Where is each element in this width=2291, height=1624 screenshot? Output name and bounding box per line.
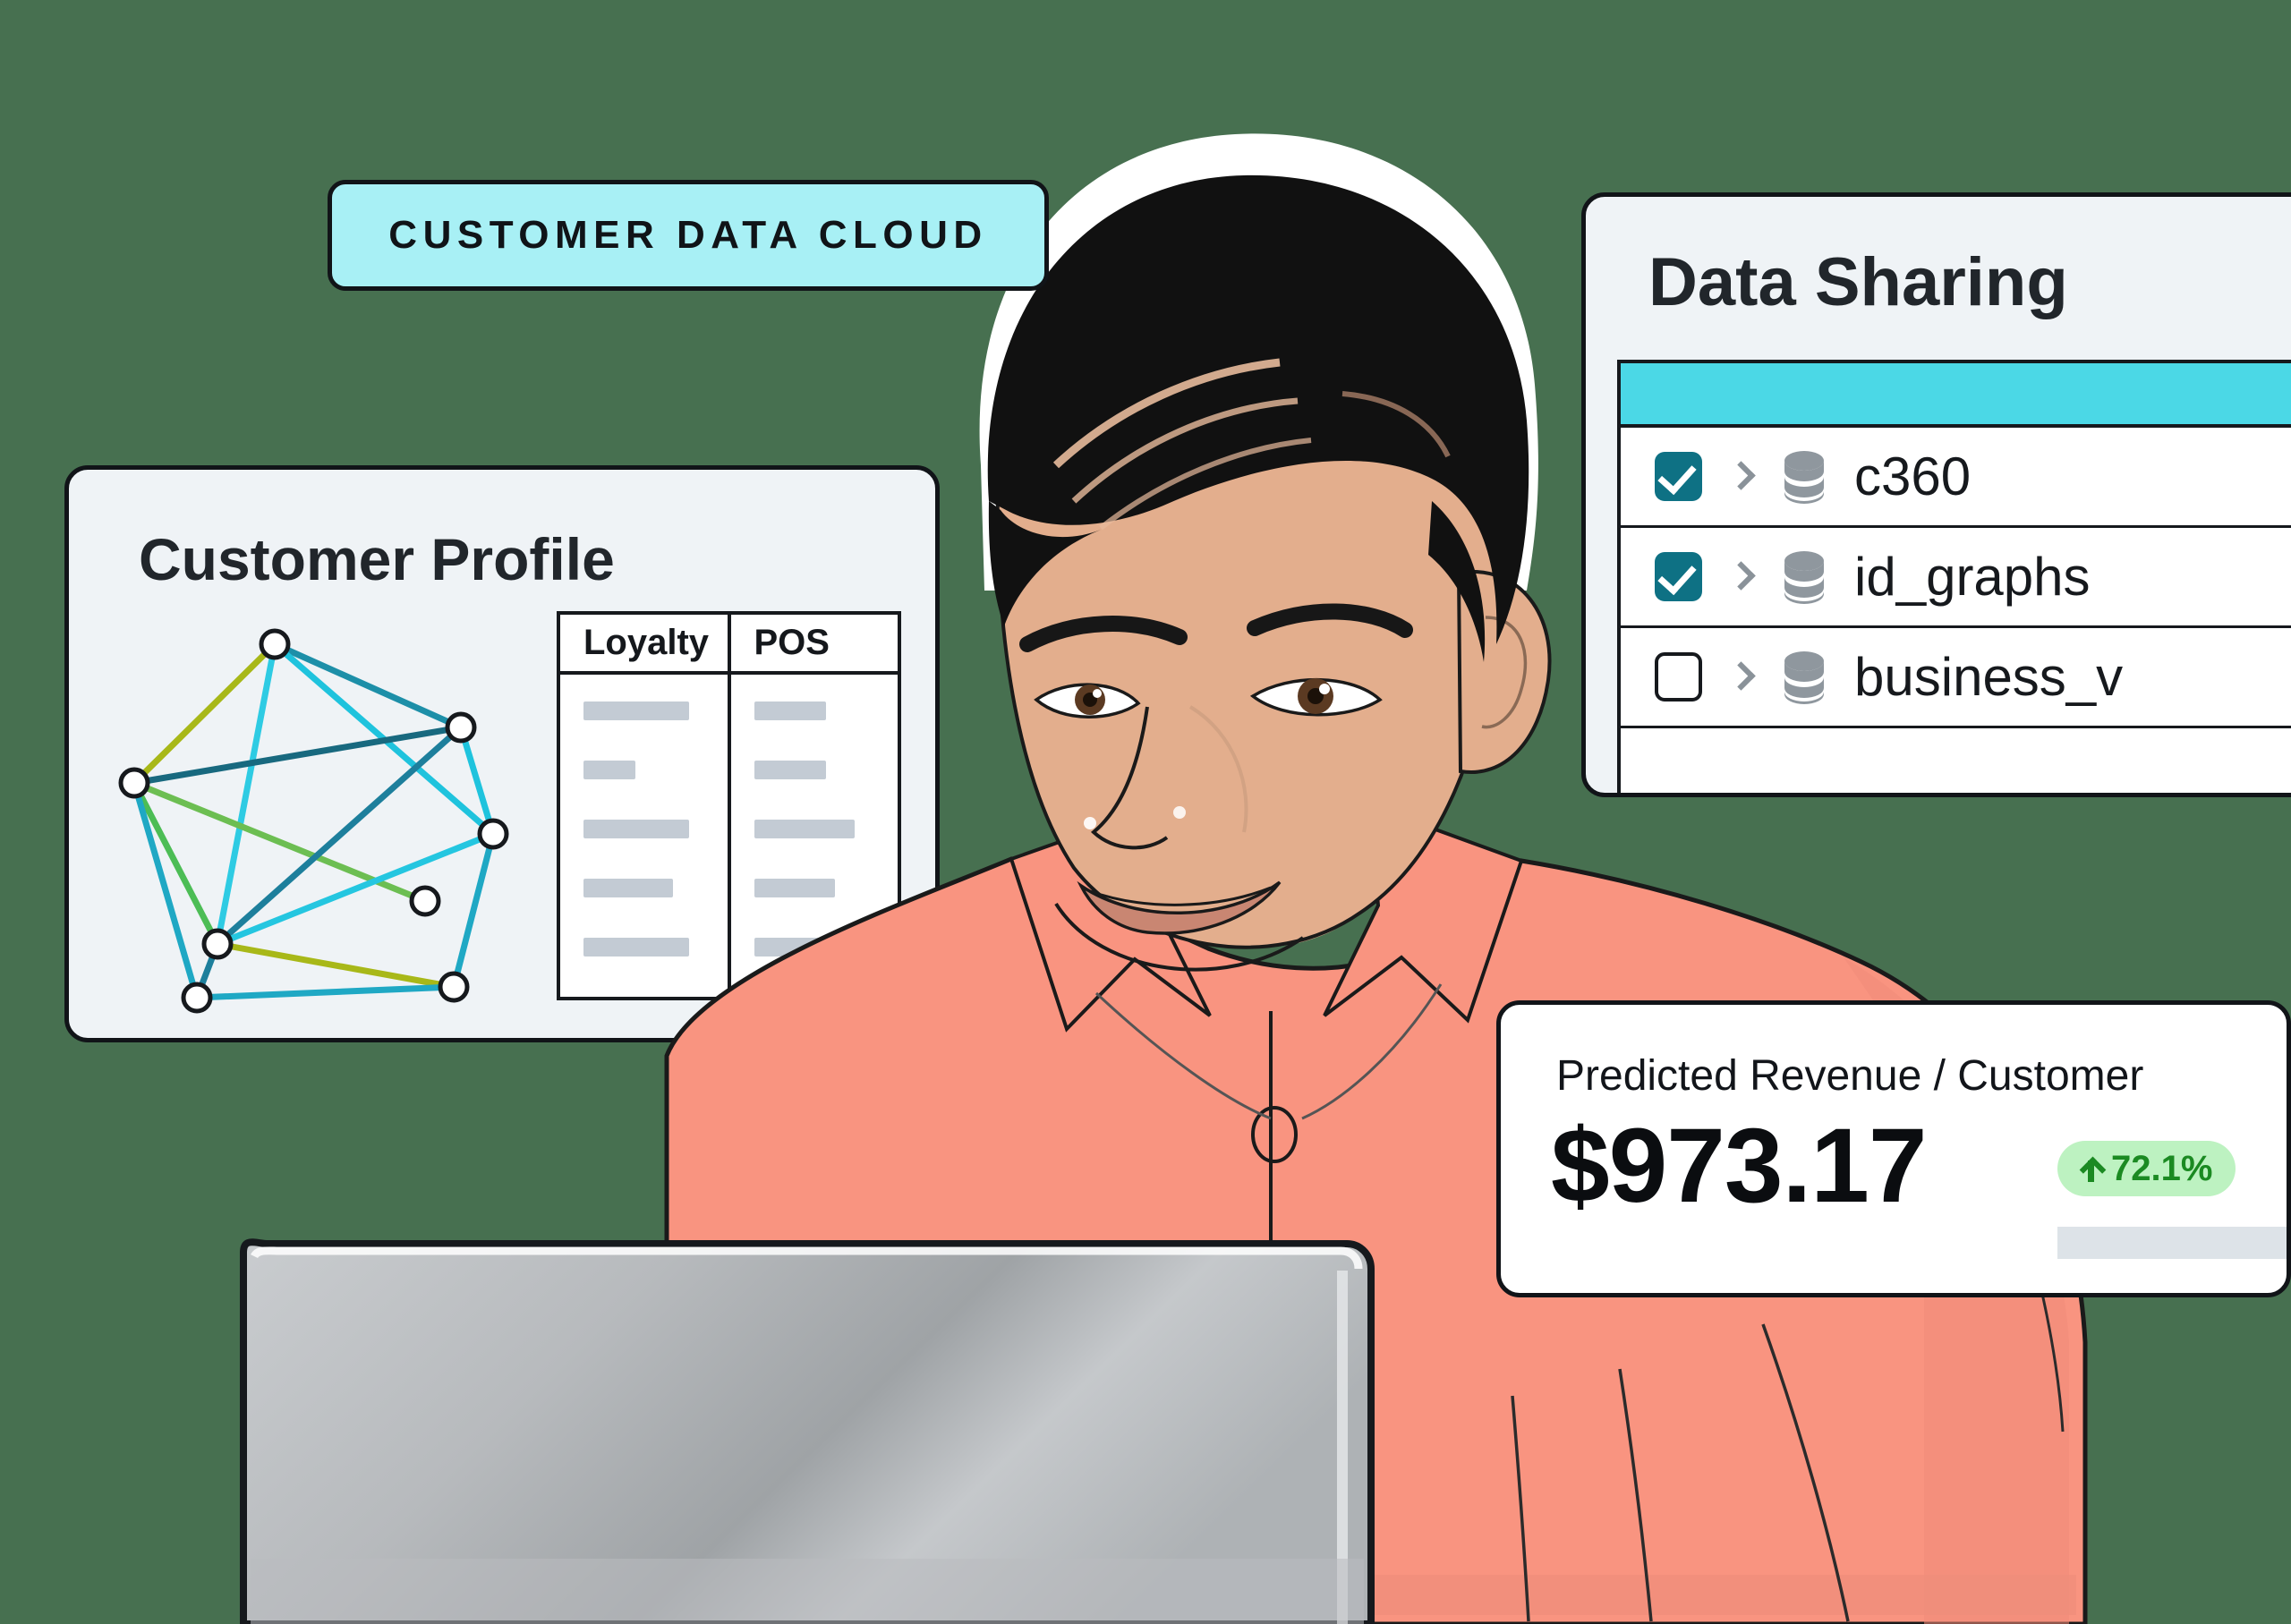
canvas: Customer Profile Loyalty POS Data Sharin… xyxy=(0,0,2291,1624)
laptop xyxy=(240,1238,1375,1624)
